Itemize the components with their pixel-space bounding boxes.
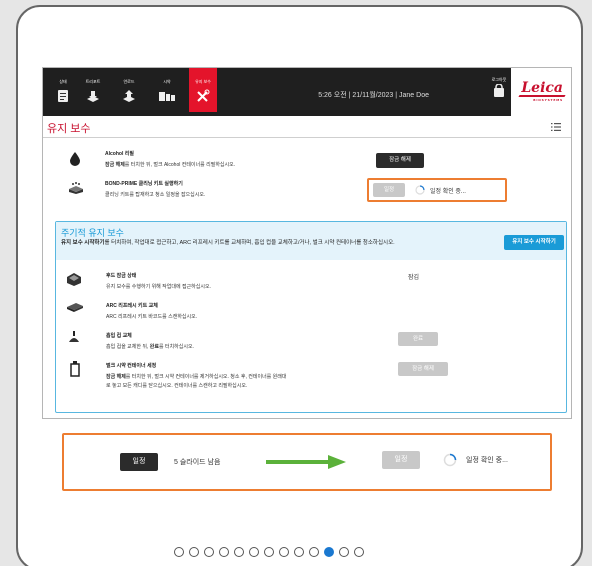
tray-icon (87, 91, 99, 102)
pagination-dot[interactable] (309, 546, 319, 557)
pm-row-bulk-desc: 잠금 해제를 터치한 뒤, 벌크 시약 컨테이너를 제거하십시오. 청소 후, … (106, 373, 286, 380)
logout-label: 로그아웃 (491, 77, 507, 82)
cleaning-kit-icon (69, 182, 83, 194)
nav-reagent[interactable]: 시약 (153, 68, 181, 112)
pm-desc-bold: 유지 보수 시작하기 (61, 240, 105, 246)
pm-row-bulk-desc-rest: 를 터치한 뒤, 벌크 시약 컨테이너를 제거하십시오. 청소 후, 컨테이너를… (125, 374, 287, 380)
nav-status[interactable]: 상태 (49, 68, 77, 112)
pagination-dot[interactable] (204, 546, 214, 557)
alcohol-desc-bold: 잠금 해제 (105, 162, 125, 168)
nav-tray[interactable]: 트리포트 (79, 68, 107, 112)
list-menu-icon[interactable] (551, 123, 561, 131)
pm-row-hood-desc: 유지 보수를 수행하기 위해 작업대에 접근하십시오. (106, 284, 211, 290)
pm-row-hood-value: 잠김 (408, 275, 420, 281)
bond-prime-desc: 클리닝 키트를 탑재하고 청소 일정을 잡으십시오. (105, 192, 206, 198)
pagination-dot[interactable] (234, 546, 244, 557)
pagination-dot[interactable] (294, 546, 304, 557)
logo-swoosh (518, 95, 566, 97)
arrow-right-icon (266, 455, 346, 469)
nav-unload-label: 언로드 (123, 79, 135, 84)
pm-desc: 유지 보수 시작하기를 터치하여, 작업대로 접근하고, ARC 리프레시 키트… (61, 239, 491, 247)
pagination-dot[interactable] (324, 546, 334, 557)
device-frame: 상태 트리포트 언로드 시약 유지 보수 5:26 오전 | 21/11월/20… (16, 5, 583, 566)
pm-desc-rest: 를 터치하여, 작업대로 접근하고, ARC 리프레시 키트를 교체하며, 흡입… (104, 240, 395, 246)
title-divider (43, 137, 571, 138)
page-title: 유지 보수 (47, 123, 91, 135)
pagination-dot[interactable] (279, 546, 289, 557)
schedule-button-disabled[interactable]: 일정 (382, 451, 420, 469)
schedule-zoom-panel: 일정 5 슬라이드 남음 일정 일정 확인 중... (62, 433, 552, 491)
slides-left-text: 5 슬라이드 남음 (174, 459, 221, 466)
maintenance-icon (197, 89, 210, 102)
pm-header: 주기적 유지 보수 유지 보수 시작하기를 터치하여, 작업대로 접근하고, A… (56, 222, 566, 260)
alcohol-desc: 잠금 해제를 터치한 뒤, 벌크 Alcohol 컨테이너를 리필하십시오. (105, 161, 235, 168)
pm-row-cup-desc: 흡입 컵을 교체한 뒤, 완료를 터치하십시오. (106, 343, 194, 350)
pagination-dots (174, 541, 369, 557)
pm-row-bulk-desc-bold: 잠금 해제 (106, 374, 126, 380)
nav-maintenance-label: 유지 보수 (195, 79, 211, 84)
start-maintenance-button[interactable]: 유지 보수 시작하기 (504, 235, 564, 250)
pm-row-arc-title: ARC 리프레시 키트 교체 (106, 303, 158, 309)
periodic-maintenance-panel: 주기적 유지 보수 유지 보수 시작하기를 터치하여, 작업대로 접근하고, A… (55, 221, 567, 413)
alcohol-title: Alcohol 리필 (105, 151, 134, 157)
bulk-container-icon (70, 361, 80, 377)
pm-row-arc-desc: ARC 리프레시 키트 바코드를 스캔하십시오. (106, 314, 198, 320)
logo-area: Leica BIOSYSTEMS (511, 68, 571, 116)
suction-cup-icon (69, 331, 79, 342)
droplet-icon (70, 152, 80, 166)
pm-row-bulk-title: 벌크 시약 컨테이너 세정 (106, 363, 157, 369)
reagent-icon (159, 92, 175, 101)
alcohol-desc-rest: 를 터치한 뒤, 벌크 Alcohol 컨테이너를 리필하십시오. (124, 162, 236, 168)
logo-subtitle: BIOSYSTEMS (533, 98, 563, 102)
top-nav-bar: 상태 트리포트 언로드 시약 유지 보수 5:26 오전 | 21/11월/20… (43, 68, 571, 116)
instrument-screen: 상태 트리포트 언로드 시약 유지 보수 5:26 오전 | 21/11월/20… (42, 67, 572, 419)
leica-logo: Leica (521, 80, 563, 96)
pagination-dot[interactable] (264, 546, 274, 557)
pm-row-cup-done-button[interactable]: 완료 (398, 332, 438, 346)
logout-button[interactable]: 로그아웃 (484, 68, 514, 112)
pm-row-bulk-unlock-button[interactable]: 잠금 해제 (398, 362, 448, 376)
arc-kit-icon (67, 303, 83, 312)
schedule-button[interactable]: 일정 (120, 453, 158, 471)
bond-prime-title: BOND-PRIME 클리닝 키트 실행하기 (105, 181, 183, 187)
spinner-icon (443, 453, 457, 467)
bond-prime-status: 일정 확인 중... (430, 189, 466, 195)
pm-row-cup-desc-post: 를 터치하십시오. (158, 344, 194, 350)
status-line: 5:26 오전 | 21/11월/2023 | Jane Doe (318, 92, 429, 99)
pm-row-cup-desc-bold: 완료 (149, 344, 159, 350)
nav-tray-label: 트리포트 (85, 79, 101, 84)
pagination-dot[interactable] (339, 546, 349, 557)
pm-row-hood-title: 후드 잠금 상태 (106, 273, 137, 279)
spinner-icon (415, 185, 425, 195)
nav-status-label: 상태 (59, 79, 67, 84)
schedule-status-text: 일정 확인 중... (466, 457, 508, 464)
nav-maintenance[interactable]: 유지 보수 (189, 68, 217, 112)
hood-icon (67, 273, 81, 286)
pm-row-cup-title: 흡입 컵 교체 (106, 333, 132, 339)
unload-icon (123, 90, 135, 102)
status-icon (58, 90, 68, 102)
alcohol-unlock-button[interactable]: 잠금 해제 (376, 153, 424, 168)
pagination-dot[interactable] (249, 546, 259, 557)
nav-unload[interactable]: 언로드 (115, 68, 143, 112)
pagination-dot[interactable] (354, 546, 364, 557)
pm-row-bulk-desc-line2: 로 놓고 모든 캐디를 닫으십시오. 컨테이너를 스캔하고 리필하십시오. (106, 383, 248, 389)
nav-reagent-label: 시약 (163, 79, 171, 84)
pagination-dot[interactable] (174, 546, 184, 557)
pagination-dot[interactable] (189, 546, 199, 557)
pm-title: 주기적 유지 보수 (61, 228, 124, 238)
pagination-dot[interactable] (219, 546, 229, 557)
pm-row-cup-desc-pre: 흡입 컵을 교체한 뒤, (106, 344, 150, 350)
bond-prime-schedule-button[interactable]: 일정 (373, 183, 405, 197)
logout-icon (494, 83, 504, 97)
